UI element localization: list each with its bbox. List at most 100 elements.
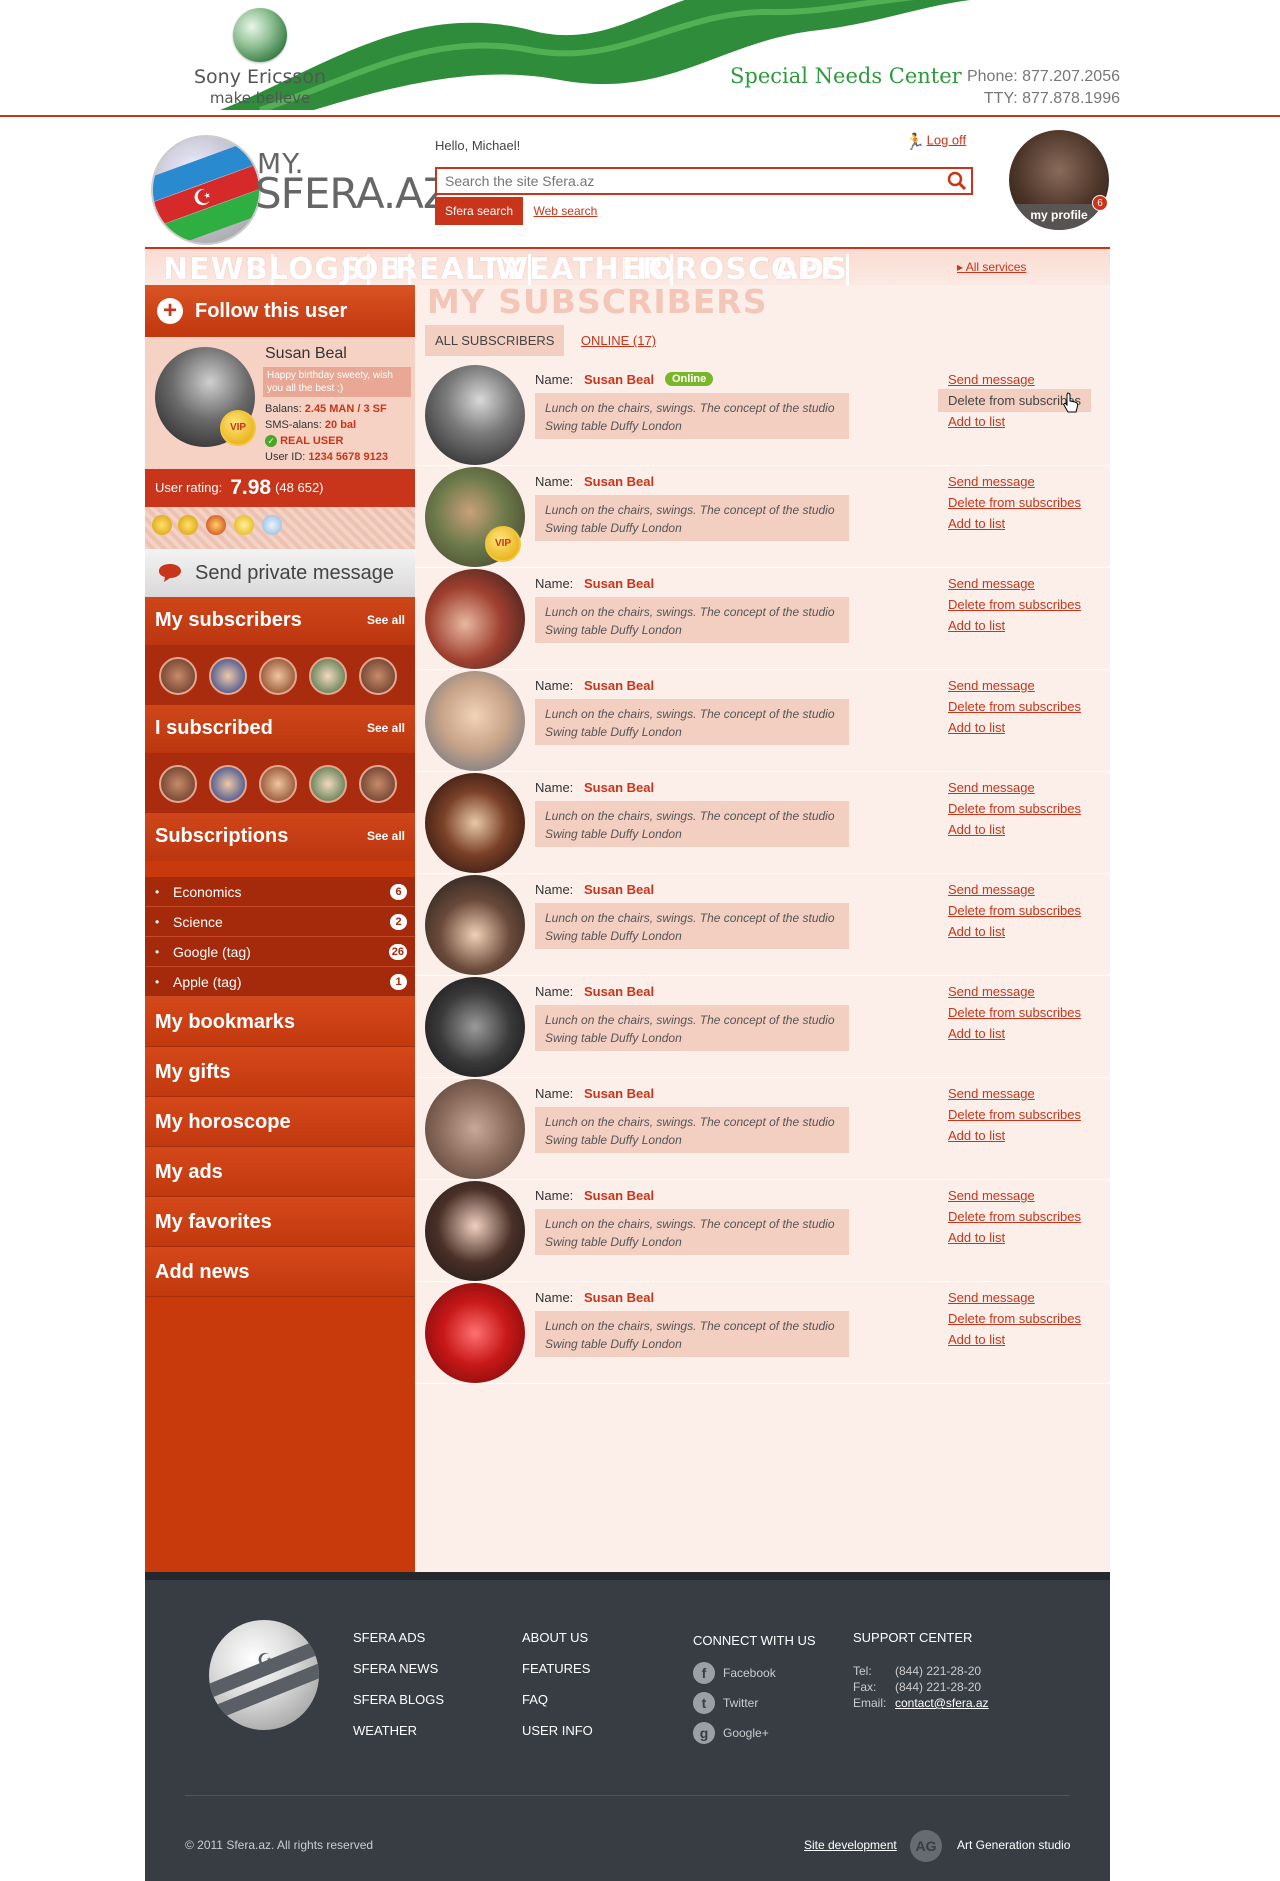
subscriber-name[interactable]: Susan Beal — [584, 984, 654, 999]
footer-link-user-info[interactable]: USER INFO — [522, 1723, 593, 1738]
menu-my-bookmarks[interactable]: My bookmarks — [145, 997, 415, 1047]
art-generation-logo-icon[interactable]: AG — [910, 1830, 942, 1862]
subscription-thumbnail[interactable] — [209, 765, 247, 803]
subscription-item[interactable]: • Apple (tag) 1 — [145, 967, 415, 997]
subscriber-avatar[interactable] — [425, 1181, 525, 1281]
subscription-thumbnail[interactable] — [359, 765, 397, 803]
number-one-award-icon[interactable] — [205, 515, 227, 541]
delete-from-subscribes-link[interactable]: Delete from subscribes — [948, 495, 1081, 510]
i-subscribed-see-all[interactable]: See all — [367, 705, 405, 751]
add-to-list-link[interactable]: Add to list — [948, 924, 1005, 939]
tab-sfera-search[interactable]: Sfera search — [435, 197, 524, 225]
subscriber-name[interactable]: Susan Beal — [584, 576, 654, 591]
subscriber-avatar[interactable] — [425, 671, 525, 771]
subscriber-avatar[interactable] — [425, 569, 525, 669]
delete-from-subscribes-link[interactable]: Delete from subscribes — [948, 1107, 1081, 1122]
subscriber-name[interactable]: Susan Beal — [584, 474, 654, 489]
top-banner-ad[interactable]: Sony Ericsson make.believe Special Needs… — [0, 0, 1280, 117]
social-link-google-plus[interactable]: g Google+ — [693, 1722, 816, 1744]
delete-from-subscribes-link[interactable]: Delete from subscribes — [948, 903, 1081, 918]
send-message-link[interactable]: Send message — [948, 1290, 1035, 1305]
subscriber-name[interactable]: Susan Beal — [584, 780, 654, 795]
social-link-twitter[interactable]: t Twitter — [693, 1692, 816, 1714]
tab-all-subscribers[interactable]: ALL SUBSCRIBERS — [425, 325, 565, 356]
send-message-link[interactable]: Send message — [948, 576, 1035, 591]
star-award-icon[interactable] — [261, 515, 283, 541]
send-message-link[interactable]: Send message — [948, 882, 1035, 897]
add-to-list-link[interactable]: Add to list — [948, 618, 1005, 633]
add-to-list-link[interactable]: Add to list — [948, 720, 1005, 735]
add-to-list-link[interactable]: Add to list — [948, 1230, 1005, 1245]
subscription-thumbnail[interactable] — [259, 765, 297, 803]
send-message-link[interactable]: Send message — [948, 372, 1035, 387]
footer-link-faq[interactable]: FAQ — [522, 1692, 593, 1707]
subscriber-avatar[interactable] — [425, 773, 525, 873]
subscriber-thumbnail[interactable] — [209, 657, 247, 695]
footer-link-weather[interactable]: WEATHER — [353, 1723, 444, 1738]
delete-from-subscribes-link[interactable]: Delete from subscribes — [948, 1209, 1081, 1224]
subscriptions-see-all[interactable]: See all — [367, 813, 405, 859]
menu-my-horoscope[interactable]: My horoscope — [145, 1097, 415, 1147]
tab-web-search[interactable]: Web search — [528, 197, 604, 225]
menu-my-gifts[interactable]: My gifts — [145, 1047, 415, 1097]
subscriber-name[interactable]: Susan Beal — [584, 882, 654, 897]
sony-ericsson-logo[interactable]: Sony Ericsson make.believe — [190, 8, 330, 107]
add-to-list-link[interactable]: Add to list — [948, 516, 1005, 531]
subscription-item[interactable]: • Economics 6 — [145, 877, 415, 907]
subscriber-avatar[interactable] — [425, 1283, 525, 1383]
subscription-item[interactable]: • Google (tag) 26 — [145, 937, 415, 967]
sfera-logo[interactable]: ☪ MY. SFERA.AZ — [147, 127, 452, 245]
nav-item-ads[interactable]: ADS — [775, 254, 852, 286]
send-message-link[interactable]: Send message — [948, 678, 1035, 693]
my-subscribers-see-all[interactable]: See all — [367, 597, 405, 643]
add-to-list-link[interactable]: Add to list — [948, 822, 1005, 837]
send-message-link[interactable]: Send message — [948, 984, 1035, 999]
social-link-facebook[interactable]: f Facebook — [693, 1662, 816, 1684]
subscriber-avatar[interactable] — [425, 875, 525, 975]
subscription-thumbnail[interactable] — [159, 765, 197, 803]
delete-from-subscribes-link[interactable]: Delete from subscribes — [948, 801, 1081, 816]
footer-link-sfera-news[interactable]: SFERA NEWS — [353, 1661, 444, 1676]
menu-my-favorites[interactable]: My favorites — [145, 1197, 415, 1247]
support-email-link[interactable]: contact@sfera.az — [895, 1696, 989, 1710]
send-message-link[interactable]: Send message — [948, 474, 1035, 489]
delete-from-subscribes-link[interactable]: Delete from subscribes — [948, 597, 1081, 612]
add-to-list-link[interactable]: Add to list — [948, 1128, 1005, 1143]
subscription-item[interactable]: • Science 2 — [145, 907, 415, 937]
subscriber-avatar[interactable] — [425, 1079, 525, 1179]
footer-link-sfera-ads[interactable]: SFERA ADS — [353, 1630, 444, 1645]
ribbon-award-icon[interactable] — [233, 515, 255, 541]
subscriber-thumbnail[interactable] — [359, 657, 397, 695]
footer-link-features[interactable]: FEATURES — [522, 1661, 593, 1676]
follow-user-button[interactable]: + Follow this user — [145, 285, 415, 337]
menu-add-news[interactable]: Add news — [145, 1247, 415, 1297]
subscriber-thumbnail[interactable] — [159, 657, 197, 695]
footer-link-sfera-blogs[interactable]: SFERA BLOGS — [353, 1692, 444, 1707]
add-to-list-link[interactable]: Add to list — [948, 414, 1005, 429]
subscriber-name[interactable]: Susan Beal — [584, 678, 654, 693]
send-private-message-button[interactable]: Send private message — [145, 549, 415, 597]
send-message-link[interactable]: Send message — [948, 1188, 1035, 1203]
site-development-link[interactable]: Site development — [804, 1838, 897, 1852]
delete-from-subscribes-link[interactable]: Delete from subscribes — [948, 699, 1081, 714]
subscription-thumbnail[interactable] — [309, 765, 347, 803]
subscriber-name[interactable]: Susan Beal — [584, 1188, 654, 1203]
subscriber-name[interactable]: Susan Beal — [584, 1290, 654, 1305]
subscriber-name[interactable]: Susan Beal — [584, 372, 654, 387]
all-services-link[interactable]: ▸ All services — [957, 260, 1026, 274]
add-to-list-link[interactable]: Add to list — [948, 1332, 1005, 1347]
delete-from-subscribes-link[interactable]: Delete from subscribes — [948, 1005, 1081, 1020]
send-message-link[interactable]: Send message — [948, 780, 1035, 795]
gold-medal-icon[interactable] — [151, 515, 173, 541]
footer-link-about-us[interactable]: ABOUT US — [522, 1630, 593, 1645]
search-icon[interactable] — [947, 171, 967, 191]
add-to-list-link[interactable]: Add to list — [948, 1026, 1005, 1041]
footer-logo[interactable]: ☪ — [209, 1620, 319, 1730]
gold-medal-icon[interactable] — [177, 515, 199, 541]
search-input[interactable] — [437, 169, 937, 193]
subscriber-avatar[interactable] — [425, 365, 525, 465]
send-message-link[interactable]: Send message — [948, 1086, 1035, 1101]
subscriber-name[interactable]: Susan Beal — [584, 1086, 654, 1101]
logoff-link[interactable]: 🏃 Log off — [905, 132, 966, 151]
subscriber-thumbnail[interactable] — [309, 657, 347, 695]
